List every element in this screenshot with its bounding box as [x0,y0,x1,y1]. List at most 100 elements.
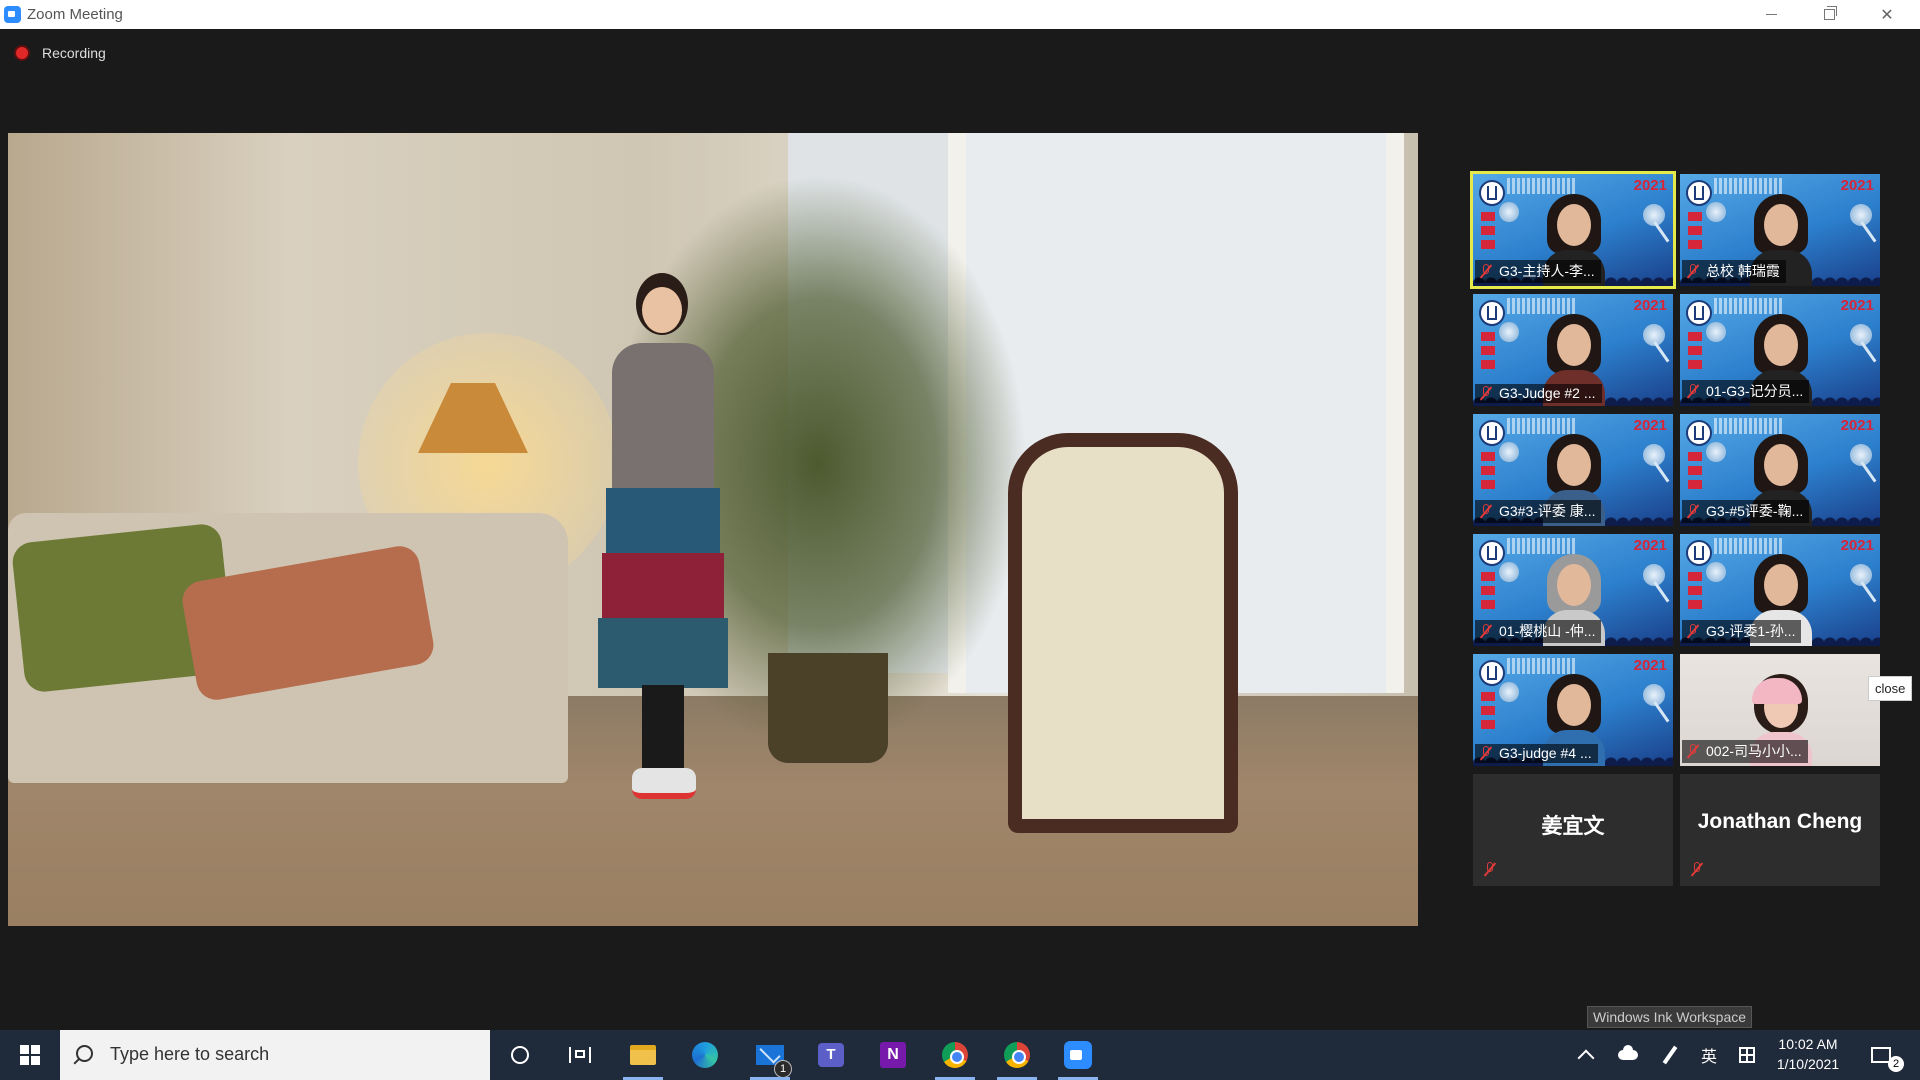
participant-tile[interactable]: 2021 G3#3-评委 康... [1473,414,1673,526]
chrome-icon [942,1042,968,1068]
muted-mic-icon [1690,862,1704,876]
banner-red-text [1481,332,1495,372]
close-window-button[interactable]: ✕ [1858,0,1916,29]
microphone-icon [1499,322,1519,342]
ime-mode-button[interactable] [1734,1030,1760,1080]
banner-year: 2021 [1840,417,1874,434]
cloud-icon [1618,1045,1638,1060]
close-icon: ✕ [1880,6,1894,24]
taskbar-search-box[interactable]: Type here to search [60,1030,490,1080]
onedrive-button[interactable] [1614,1030,1642,1080]
participant-name-label: 总校 韩瑞霞 [1682,260,1786,283]
ime-label: 英 [1700,1049,1717,1066]
muted-mic-icon [1479,624,1493,638]
muted-mic-icon [1479,746,1493,760]
onenote-button[interactable]: N [865,1030,921,1080]
banner-title [1507,298,1577,314]
banner-title [1507,658,1577,674]
clock-time: 10:02 AM [1778,1036,1838,1052]
banner-year: 2021 [1633,657,1667,674]
participant-tile[interactable]: Jonathan Cheng [1680,774,1880,886]
participant-name: 002-司马小小... [1706,743,1802,759]
microphone-icon [1643,324,1665,346]
participant-tile[interactable]: 2021 01-樱桃山 -仲... [1473,534,1673,646]
windows-taskbar: Type here to search 1 T N 英 10:02 AM 1/1… [0,1030,1920,1080]
muted-mic-icon [1686,744,1700,758]
microphone-icon [1850,204,1872,226]
muted-mic-icon [1686,504,1700,518]
banner-title [1714,538,1784,554]
participant-name: G3-judge #4 ... [1499,745,1592,761]
minimize-icon [1765,14,1777,15]
recording-indicator[interactable]: Recording [16,45,106,61]
banner-year: 2021 [1840,537,1874,554]
notification-count-badge: 2 [1888,1056,1904,1072]
restore-icon [1823,6,1837,20]
start-button[interactable] [0,1030,60,1080]
participant-tile[interactable]: 姜宜文 [1473,774,1673,886]
zoom-taskbar-button[interactable] [1050,1030,1106,1080]
microphone-icon [1499,682,1519,702]
active-speaker-video[interactable] [8,133,1418,926]
banner-year: 2021 [1840,297,1874,314]
participant-name: 01-樱桃山 -仲... [1499,623,1596,639]
school-emblem-icon [1479,420,1505,446]
window-title: Zoom Meeting [27,6,123,23]
banner-red-text [1688,572,1702,612]
banner-year: 2021 [1633,537,1667,554]
muted-mic-icon [1479,504,1493,518]
zoom-icon [1064,1041,1092,1069]
teams-button[interactable]: T [803,1030,859,1080]
school-emblem-icon [1479,300,1505,326]
action-center-button[interactable] [1866,1030,1896,1080]
participant-tile[interactable]: 2021 01-G3-记分员... [1680,294,1880,406]
cortana-button[interactable] [492,1030,548,1080]
participant-name-label: G3-Judge #2 ... [1475,384,1602,403]
ime-language-button[interactable]: 英 [1696,1030,1722,1080]
participant-name: G3-评委1-孙... [1706,623,1796,639]
muted-mic-icon [1686,264,1700,278]
chrome-profile-button[interactable] [989,1030,1045,1080]
banner-title [1714,178,1784,194]
school-emblem-icon [1479,660,1505,686]
microphone-icon [1706,442,1726,462]
banner-red-text [1688,212,1702,252]
video-speaker-person [598,273,728,799]
microphone-icon [1850,324,1872,346]
clock-date: 1/10/2021 [1776,1056,1840,1072]
participant-tile[interactable]: 2021 G3-评委1-孙... [1680,534,1880,646]
participant-tile[interactable]: 2021 G3-#5评委-鞠... [1680,414,1880,526]
edge-button[interactable] [677,1030,733,1080]
participant-tile[interactable]: 002-司马小小... [1680,654,1880,766]
banner-year: 2021 [1633,177,1667,194]
video-plant-pot [768,653,888,763]
participant-tile[interactable]: 2021 G3-judge #4 ... [1473,654,1673,766]
chrome-button[interactable] [927,1030,983,1080]
participant-tile[interactable]: 2021 G3-主持人-李... [1470,171,1676,289]
recording-label: Recording [42,45,106,61]
minimize-button[interactable] [1742,0,1800,29]
participant-name-label: G3#3-评委 康... [1475,500,1602,523]
microphone-icon [1643,204,1665,226]
participant-name: 姜宜文 [1541,815,1605,838]
chrome-icon [1004,1042,1030,1068]
participant-tile[interactable]: 2021 总校 韩瑞霞 [1680,174,1880,286]
participant-tile[interactable]: 2021 G3-Judge #2 ... [1473,294,1673,406]
task-view-button[interactable] [552,1030,608,1080]
microphone-icon [1643,444,1665,466]
banner-red-text [1481,212,1495,252]
file-explorer-button[interactable] [615,1030,671,1080]
close-tooltip: close [1868,676,1913,701]
microphone-icon [1643,684,1665,706]
meeting-area: Recording 2021 G3-主持人-李... 2021 总校 韩瑞霞 2… [0,29,1920,1030]
banner-title [1507,538,1577,554]
taskbar-clock[interactable]: 10:02 AM 1/10/2021 [1768,1030,1848,1080]
microphone-icon [1499,442,1519,462]
show-hidden-icons-button[interactable] [1574,1030,1598,1080]
zoom-app-icon [4,6,21,23]
windows-ink-button[interactable] [1656,1030,1684,1080]
restore-button[interactable] [1800,0,1858,29]
mail-button[interactable]: 1 [742,1030,798,1080]
title-bar: Zoom Meeting ✕ [0,0,1920,29]
school-emblem-icon [1686,300,1712,326]
